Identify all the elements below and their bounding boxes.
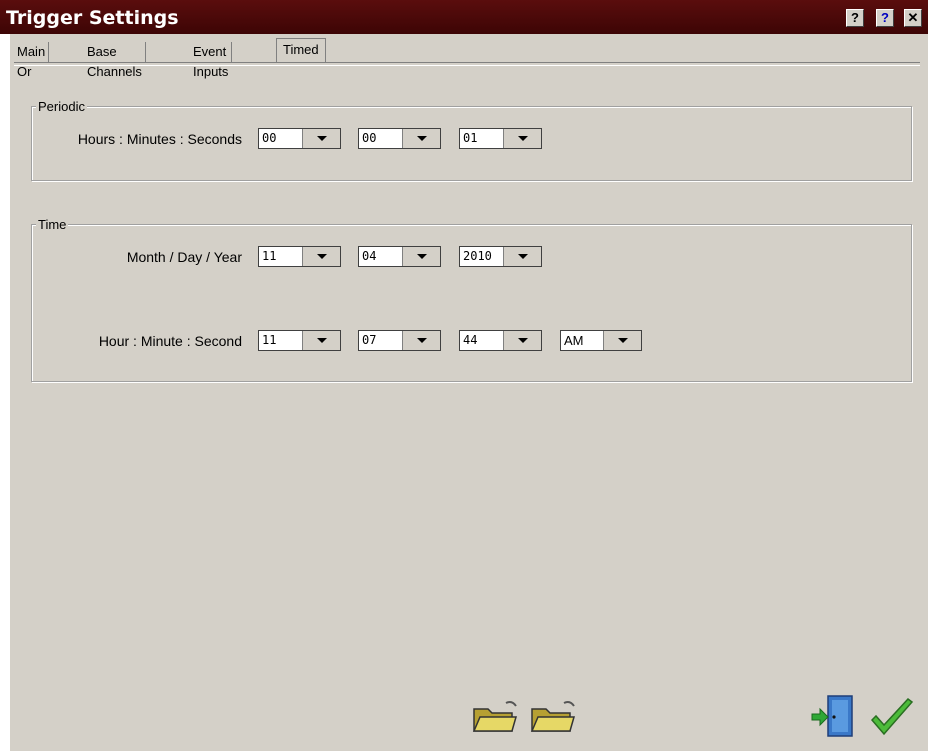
chevron-down-icon[interactable] (402, 129, 440, 148)
periodic-hours-dropdown[interactable]: 00 (258, 128, 341, 149)
tab-main-or[interactable]: Main Or (14, 42, 50, 79)
hour-value: 11 (262, 333, 277, 347)
month-dropdown[interactable]: 11 (258, 246, 341, 267)
tab-timed[interactable]: Timed (276, 38, 326, 63)
ok-checkmark-icon[interactable] (868, 698, 916, 740)
chevron-down-icon[interactable] (503, 247, 541, 266)
chevron-down-icon[interactable] (302, 129, 340, 148)
left-margin (0, 34, 10, 751)
year-dropdown[interactable]: 2010 (459, 246, 542, 267)
title-bar: Trigger Settings ? ? ✕ (0, 0, 928, 34)
second-value: 44 (463, 333, 478, 347)
periodic-minutes-dropdown[interactable]: 00 (358, 128, 441, 149)
periodic-field-label: Hours : Minutes : Seconds (77, 131, 242, 147)
tab-event-inputs[interactable]: Event Inputs (190, 42, 233, 79)
chevron-down-icon[interactable] (402, 331, 440, 350)
periodic-seconds-value: 01 (463, 131, 478, 145)
chevron-down-icon[interactable] (503, 129, 541, 148)
year-value: 2010 (463, 249, 492, 263)
date-field-label: Month / Day / Year (126, 249, 242, 265)
periodic-minutes-value: 00 (362, 131, 377, 145)
window-title: Trigger Settings (6, 7, 179, 29)
exit-door-icon[interactable] (810, 694, 858, 740)
periodic-hours-value: 00 (262, 131, 277, 145)
chevron-down-icon[interactable] (503, 331, 541, 350)
minute-value: 07 (362, 333, 377, 347)
hour-dropdown[interactable]: 11 (258, 330, 341, 351)
folder-open-icon[interactable] (472, 699, 520, 735)
month-value: 11 (262, 249, 277, 263)
day-dropdown[interactable]: 04 (358, 246, 441, 267)
help-icon[interactable]: ? (876, 9, 894, 27)
trigger-settings-window: Trigger Settings ? ? ✕ Main Or Base Chan… (0, 0, 928, 751)
time-field-label: Hour : Minute : Second (98, 333, 242, 349)
ampm-value: AM (564, 333, 584, 348)
close-icon[interactable]: ✕ (904, 9, 922, 27)
chevron-down-icon[interactable] (302, 331, 340, 350)
chevron-down-icon[interactable] (603, 331, 641, 350)
minute-dropdown[interactable]: 07 (358, 330, 441, 351)
tab-divider (14, 62, 920, 66)
tab-base-channels[interactable]: Base Channels (84, 42, 146, 79)
day-value: 04 (362, 249, 377, 263)
periodic-seconds-dropdown[interactable]: 01 (459, 128, 542, 149)
folder-save-icon[interactable] (530, 699, 578, 735)
help-circle-icon[interactable]: ? (846, 9, 864, 27)
periodic-group-label: Periodic (36, 99, 87, 114)
chevron-down-icon[interactable] (302, 247, 340, 266)
ampm-dropdown[interactable]: AM (560, 330, 642, 351)
chevron-down-icon[interactable] (402, 247, 440, 266)
second-dropdown[interactable]: 44 (459, 330, 542, 351)
time-group-label: Time (36, 217, 69, 232)
